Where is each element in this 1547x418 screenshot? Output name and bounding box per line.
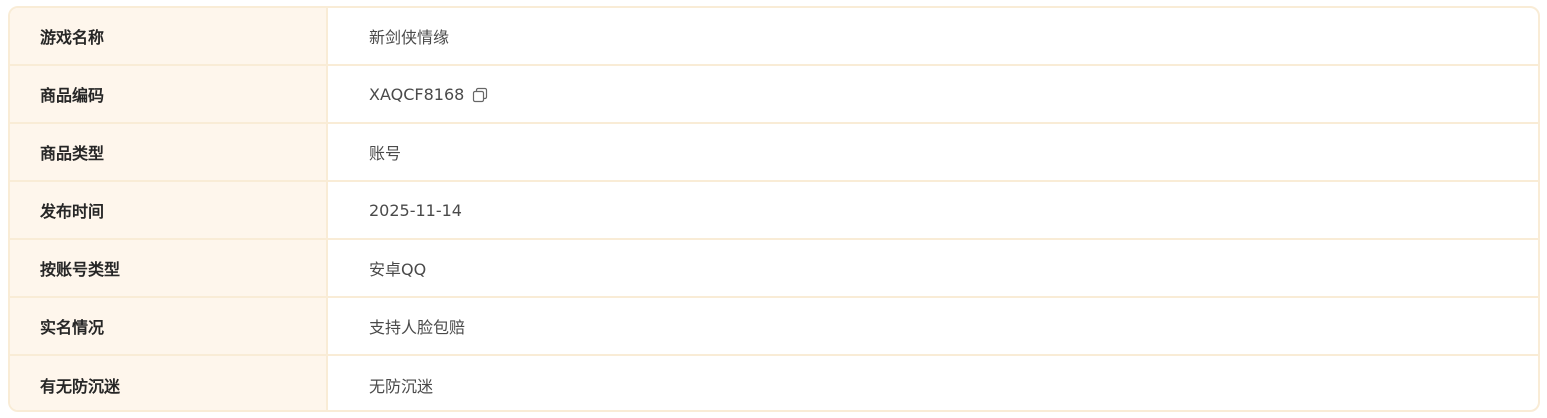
- info-label: 游戏名称: [10, 8, 328, 64]
- info-row-real-name: 实名情况 支持人脸包赔: [10, 298, 1538, 356]
- info-row-account-type: 按账号类型 安卓QQ: [10, 240, 1538, 298]
- anti-addiction-value: 无防沉迷: [369, 377, 434, 396]
- info-row-publish-time: 发布时间 2025-11-14: [10, 182, 1538, 240]
- product-info-table: 游戏名称 新剑侠情缘 商品编码 XAQCF8168 商品类型 账号 发布时间 2…: [8, 6, 1540, 412]
- product-type-value: 账号: [369, 144, 402, 163]
- info-row-product-type: 商品类型 账号: [10, 124, 1538, 182]
- info-value-cell: 2025-11-14: [328, 182, 1538, 238]
- real-name-value: 支持人脸包赔: [369, 318, 466, 337]
- info-value-cell: 无防沉迷: [328, 356, 1538, 410]
- info-label: 商品类型: [10, 124, 328, 180]
- info-row-game-name: 游戏名称 新剑侠情缘: [10, 8, 1538, 66]
- publish-time-value: 2025-11-14: [369, 200, 462, 220]
- product-code-value: XAQCF8168: [369, 84, 465, 104]
- info-value-cell: 支持人脸包赔: [328, 298, 1538, 354]
- copy-icon[interactable]: [471, 86, 489, 104]
- info-label: 有无防沉迷: [10, 356, 328, 410]
- info-label: 按账号类型: [10, 240, 328, 296]
- info-row-product-code: 商品编码 XAQCF8168: [10, 66, 1538, 124]
- account-type-value: 安卓QQ: [369, 260, 427, 279]
- game-name-value: 新剑侠情缘: [369, 28, 450, 47]
- info-value-cell: XAQCF8168: [328, 66, 1538, 122]
- info-label: 商品编码: [10, 66, 328, 122]
- info-value-cell: 账号: [328, 124, 1538, 180]
- info-label: 发布时间: [10, 182, 328, 238]
- info-value-cell: 安卓QQ: [328, 240, 1538, 296]
- info-label: 实名情况: [10, 298, 328, 354]
- info-value-cell: 新剑侠情缘: [328, 8, 1538, 64]
- info-row-anti-addiction: 有无防沉迷 无防沉迷: [10, 356, 1538, 410]
